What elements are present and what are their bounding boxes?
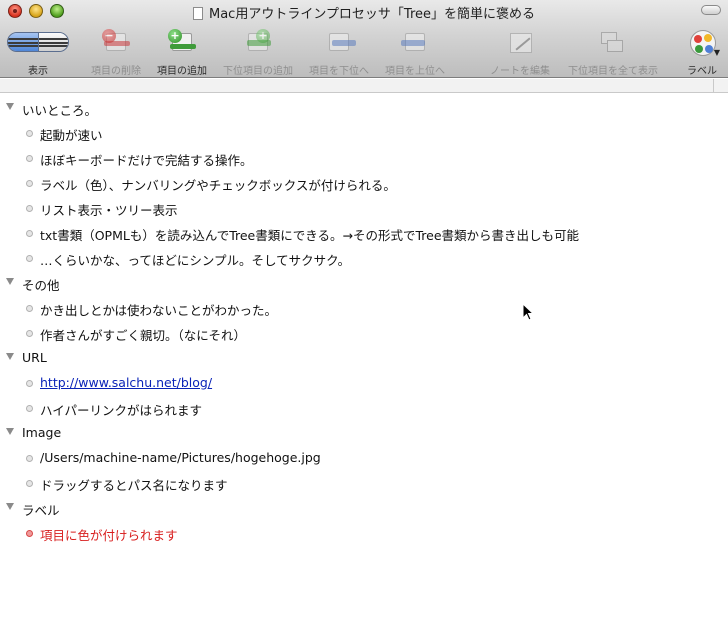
- window-title-text: Mac用アウトラインプロセッサ「Tree」を簡単に褒める: [208, 7, 536, 22]
- toolbar-indent-label: 項目を下位へ: [309, 66, 369, 77]
- list-view-icon: [8, 37, 38, 47]
- view-segmented-control[interactable]: [7, 32, 69, 52]
- toolbar-add-item-button[interactable]: + 項目の追加: [150, 27, 214, 77]
- bullet-icon: [26, 380, 33, 387]
- toolbar-outdent-button[interactable]: 項目を上位へ: [378, 27, 452, 77]
- outline-child-row[interactable]: 作者さんがすごく親切。（なにそれ）: [0, 321, 728, 346]
- disclosure-triangle-icon[interactable]: [6, 278, 14, 285]
- outline-item-text: /Users/machine-name/Pictures/hogehoge.jp…: [40, 450, 321, 465]
- outline-item-text: ほぼキーボードだけで完結する操作。: [40, 153, 253, 168]
- mouse-cursor-icon: [522, 303, 534, 321]
- toolbar-label-button[interactable]: ▼ ラベル: [678, 27, 726, 77]
- tree-view-segment[interactable]: [37, 33, 68, 51]
- outline-child-row[interactable]: ハイパーリンクがはられます: [0, 396, 728, 421]
- outline-item-text: 起動が速い: [40, 128, 103, 143]
- delete-item-icon: −: [101, 29, 131, 55]
- outline-item-text: ラベル（色）、ナンバリングやチェックボックスが付けられる。: [40, 178, 396, 193]
- toolbar-view-button[interactable]: 表示: [6, 27, 70, 77]
- document-icon: [192, 7, 203, 20]
- outline-item-text: いいところ。: [22, 103, 98, 118]
- outline-child-row[interactable]: …くらいかな、ってほどにシンプル。そしてサクサク。: [0, 246, 728, 271]
- disclosure-triangle-icon[interactable]: [6, 353, 14, 360]
- add-subitem-icon: +: [243, 29, 273, 55]
- outline-item-text: ハイパーリンクがはられます: [40, 403, 203, 418]
- toolbar-expand-all-button[interactable]: 下位項目を全て表示: [560, 27, 666, 77]
- tree-view-icon: [38, 37, 68, 47]
- outline-child-row[interactable]: 起動が速い: [0, 121, 728, 146]
- outline-child-row[interactable]: ドラッグするとパス名になります: [0, 471, 728, 496]
- outline-item-text: 項目に色が付けられます: [40, 528, 178, 543]
- outline-child-row[interactable]: txt書類（OPMLも）を読み込んでTree書類にできる。→その形式でTree書…: [0, 221, 728, 246]
- toolbar-edit-note-label: ノートを編集: [490, 66, 550, 77]
- bullet-icon: [26, 255, 33, 262]
- bullet-icon: [26, 130, 33, 137]
- toolbar-add-subitem-label: 下位項目の追加: [223, 66, 293, 77]
- bullet-icon: [26, 205, 33, 212]
- toolbar-add-subitem-button[interactable]: + 下位項目の追加: [216, 27, 300, 77]
- app-window: Mac用アウトラインプロセッサ「Tree」を簡単に褒める 表示 − 項目の削除: [0, 0, 728, 633]
- outline-parent-row[interactable]: いいところ。: [0, 96, 728, 121]
- outline-item-text: …くらいかな、ってほどにシンプル。そしてサクサク。: [40, 253, 351, 268]
- outline-item-text: URL: [22, 350, 47, 365]
- outline-parent-row[interactable]: その他: [0, 271, 728, 296]
- toolbar-delete-item-label: 項目の削除: [91, 66, 141, 77]
- outline-item-text: リスト表示・ツリー表示: [40, 203, 178, 218]
- disclosure-triangle-icon[interactable]: [6, 428, 14, 435]
- bullet-icon: [26, 230, 33, 237]
- bullet-icon: [26, 180, 33, 187]
- outline-child-row[interactable]: かき出しとかは使わないことがわかった。: [0, 296, 728, 321]
- toolbar-view-label: 表示: [28, 66, 48, 77]
- hyperlink[interactable]: http://www.salchu.net/blog/: [40, 375, 212, 390]
- disclosure-triangle-icon[interactable]: [6, 503, 14, 510]
- toolbar-expand-all-label: 下位項目を全て表示: [568, 66, 658, 77]
- outdent-icon: [400, 29, 430, 55]
- outline-child-row[interactable]: ラベル（色）、ナンバリングやチェックボックスが付けられる。: [0, 171, 728, 196]
- outline-view[interactable]: いいところ。起動が速いほぼキーボードだけで完結する操作。ラベル（色）、ナンバリン…: [0, 96, 728, 546]
- outline-child-row[interactable]: ほぼキーボードだけで完結する操作。: [0, 146, 728, 171]
- toolbar-add-item-label: 項目の追加: [157, 66, 207, 77]
- toolbar-toggle-button[interactable]: [701, 5, 721, 15]
- title-toolbar: Mac用アウトラインプロセッサ「Tree」を簡単に褒める 表示 − 項目の削除: [0, 0, 728, 78]
- disclosure-triangle-icon[interactable]: [6, 103, 14, 110]
- outline-item-text: txt書類（OPMLも）を読み込んでTree書類にできる。→その形式でTree書…: [40, 228, 580, 243]
- toolbar-edit-note-button[interactable]: ノートを編集: [484, 27, 556, 77]
- outline-parent-row[interactable]: URL: [0, 346, 728, 371]
- bullet-icon: [26, 405, 33, 412]
- toolbar-indent-button[interactable]: 項目を下位へ: [302, 27, 376, 77]
- outline-parent-row[interactable]: Image: [0, 421, 728, 446]
- indent-icon: [324, 29, 356, 55]
- add-item-icon: +: [167, 29, 197, 55]
- edit-note-icon: [505, 29, 535, 55]
- outline-item-text: 作者さんがすごく親切。（なにそれ）: [40, 328, 247, 343]
- bullet-icon: [26, 305, 33, 312]
- outline-child-row[interactable]: http://www.salchu.net/blog/: [0, 371, 728, 396]
- outline-child-row[interactable]: リスト表示・ツリー表示: [0, 196, 728, 221]
- bullet-icon: [26, 455, 33, 462]
- outline-item-text: かき出しとかは使わないことがわかった。: [40, 303, 278, 318]
- bullet-icon: [26, 530, 33, 537]
- list-view-segment[interactable]: [8, 33, 38, 51]
- bullet-icon: [26, 155, 33, 162]
- outline-item-text: ドラッグするとパス名になります: [40, 478, 228, 493]
- outline-item-text: Image: [22, 425, 62, 440]
- outline-header: [0, 79, 728, 93]
- bullet-icon: [26, 480, 33, 487]
- toolbar-delete-item-button[interactable]: − 項目の削除: [84, 27, 148, 77]
- outline-child-row[interactable]: 項目に色が付けられます: [0, 521, 728, 546]
- dropdown-arrow-icon: ▼: [713, 48, 720, 57]
- outline-parent-row[interactable]: ラベル: [0, 496, 728, 521]
- window-title: Mac用アウトラインプロセッサ「Tree」を簡単に褒める: [0, 3, 728, 22]
- outline-item-text: その他: [22, 278, 60, 293]
- bullet-icon: [26, 330, 33, 337]
- label-palette-icon: ▼: [687, 29, 720, 57]
- toolbar-label-label: ラベル: [687, 66, 717, 77]
- toolbar-outdent-label: 項目を上位へ: [385, 66, 445, 77]
- header-divider: [713, 79, 714, 93]
- outline-item-text: ラベル: [22, 503, 60, 518]
- expand-all-icon: [598, 29, 628, 55]
- outline-child-row[interactable]: /Users/machine-name/Pictures/hogehoge.jp…: [0, 446, 728, 471]
